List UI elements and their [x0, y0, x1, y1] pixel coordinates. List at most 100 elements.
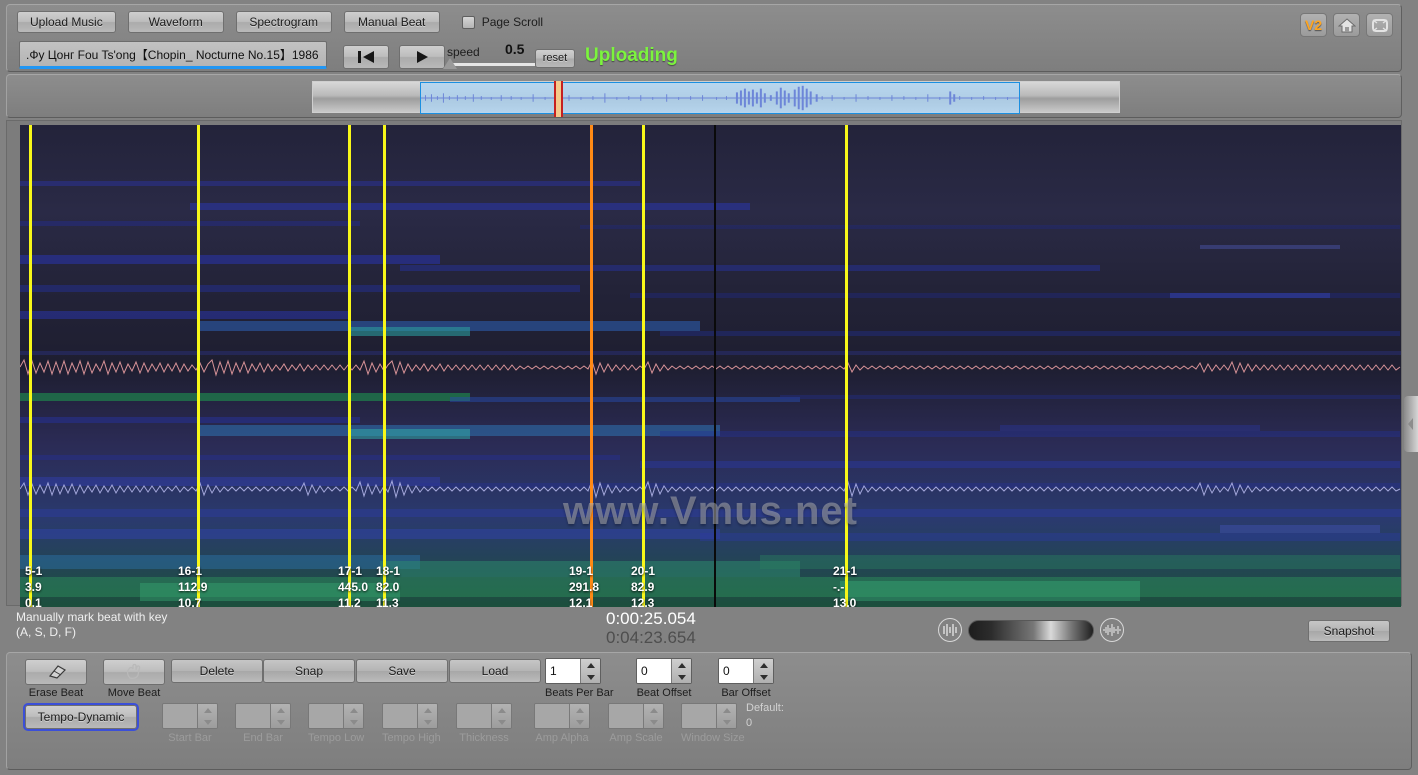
window-size-spinner[interactable]: Window Size — [681, 703, 745, 744]
thickness-value[interactable] — [457, 704, 491, 728]
beat-offset-down[interactable] — [672, 671, 691, 683]
waveform-large-icon[interactable] — [1100, 618, 1124, 642]
amp-scale-down[interactable] — [644, 716, 663, 728]
end-bar-value[interactable] — [236, 704, 270, 728]
thickness-arrows[interactable] — [491, 704, 511, 728]
fullscreen-button[interactable] — [1366, 13, 1393, 37]
beats-per-bar-down[interactable] — [581, 671, 600, 683]
overview-selection-region[interactable] — [420, 82, 1020, 114]
bar-offset-arrows[interactable] — [753, 659, 773, 683]
erase-beat-control[interactable]: Erase Beat — [25, 659, 87, 699]
bar-offset-up[interactable] — [754, 659, 773, 671]
tempo-low-box[interactable] — [308, 703, 364, 729]
bar-offset-box[interactable]: 0 — [718, 658, 774, 684]
amp-scale-box[interactable] — [608, 703, 664, 729]
start-bar-box[interactable] — [162, 703, 218, 729]
window-size-down[interactable] — [717, 716, 736, 728]
beats-per-bar-arrows[interactable] — [580, 659, 600, 683]
amp-alpha-arrows[interactable] — [569, 704, 589, 728]
beat-line[interactable] — [642, 125, 645, 607]
move-beat-button[interactable] — [103, 659, 165, 685]
load-button[interactable]: Load — [449, 659, 541, 683]
window-size-value[interactable] — [682, 704, 716, 728]
reset-speed-button[interactable]: reset — [535, 49, 575, 68]
spectrogram-canvas[interactable]: www.Vmus.net 5-1 3.9 0.1 16-1 112.9 10.7… — [20, 125, 1401, 607]
beat-line[interactable] — [383, 125, 386, 607]
delete-button[interactable]: Delete — [171, 659, 263, 683]
playhead-line[interactable] — [714, 125, 716, 607]
tempo-high-value[interactable] — [383, 704, 417, 728]
snapshot-button[interactable]: Snapshot — [1308, 620, 1390, 642]
tempo-dynamic-button[interactable]: Tempo-Dynamic — [25, 705, 137, 729]
snap-button[interactable]: Snap — [263, 659, 355, 683]
amp-alpha-spinner[interactable]: Amp Alpha — [534, 703, 590, 744]
beat-offset-value[interactable]: 0 — [637, 659, 671, 683]
start-bar-up[interactable] — [198, 704, 217, 716]
beat-offset-up[interactable] — [672, 659, 691, 671]
bar-offset-value[interactable]: 0 — [719, 659, 753, 683]
tempo-high-box[interactable] — [382, 703, 438, 729]
tempo-high-arrows[interactable] — [417, 704, 437, 728]
zoom-slider-track[interactable] — [968, 620, 1094, 641]
speed-slider-thumb[interactable] — [443, 58, 457, 69]
beat-line[interactable] — [845, 125, 848, 607]
tab-spectrogram[interactable]: Spectrogram — [236, 11, 332, 33]
end-bar-spinner[interactable]: End Bar — [235, 703, 291, 744]
beat-line-downbeat[interactable] — [590, 125, 593, 607]
beat-offset-spinner[interactable]: 0 Beat Offset — [636, 658, 692, 699]
amp-alpha-box[interactable] — [534, 703, 590, 729]
beat-offset-arrows[interactable] — [671, 659, 691, 683]
thickness-box[interactable] — [456, 703, 512, 729]
start-bar-arrows[interactable] — [197, 704, 217, 728]
tempo-low-down[interactable] — [344, 716, 363, 728]
end-bar-box[interactable] — [235, 703, 291, 729]
play-button[interactable] — [399, 45, 445, 69]
tempo-low-arrows[interactable] — [343, 704, 363, 728]
window-size-box[interactable] — [681, 703, 737, 729]
beat-line[interactable] — [29, 125, 32, 607]
amp-alpha-value[interactable] — [535, 704, 569, 728]
amp-scale-up[interactable] — [644, 704, 663, 716]
amp-scale-spinner[interactable]: Amp Scale — [608, 703, 664, 744]
skip-to-start-button[interactable] — [343, 45, 389, 69]
tab-waveform[interactable]: Waveform — [128, 11, 224, 33]
tempo-high-down[interactable] — [418, 716, 437, 728]
tab-upload-music[interactable]: Upload Music — [17, 11, 116, 33]
amp-alpha-up[interactable] — [570, 704, 589, 716]
beat-line[interactable] — [197, 125, 200, 607]
overview-playhead[interactable] — [554, 81, 563, 117]
move-beat-control[interactable]: Move Beat — [103, 659, 165, 699]
start-bar-value[interactable] — [163, 704, 197, 728]
window-size-arrows[interactable] — [716, 704, 736, 728]
beat-offset-box[interactable]: 0 — [636, 658, 692, 684]
start-bar-spinner[interactable]: Start Bar — [162, 703, 218, 744]
tab-manual-beat[interactable]: Manual Beat — [344, 11, 440, 33]
thickness-spinner[interactable]: Thickness — [456, 703, 512, 744]
amp-alpha-down[interactable] — [570, 716, 589, 728]
amp-scale-value[interactable] — [609, 704, 643, 728]
tempo-low-up[interactable] — [344, 704, 363, 716]
tempo-low-spinner[interactable]: Tempo Low — [308, 703, 364, 744]
panel-collapse-handle[interactable] — [1404, 396, 1418, 452]
waveform-small-icon[interactable] — [938, 618, 962, 642]
beats-per-bar-spinner[interactable]: 1 Beats Per Bar — [545, 658, 613, 699]
beats-per-bar-box[interactable]: 1 — [545, 658, 601, 684]
page-scroll-checkbox[interactable] — [462, 16, 475, 29]
tempo-high-up[interactable] — [418, 704, 437, 716]
end-bar-arrows[interactable] — [270, 704, 290, 728]
window-size-up[interactable] — [717, 704, 736, 716]
amp-scale-arrows[interactable] — [643, 704, 663, 728]
beats-per-bar-up[interactable] — [581, 659, 600, 671]
bar-offset-down[interactable] — [754, 671, 773, 683]
tempo-high-spinner[interactable]: Tempo High — [382, 703, 441, 744]
zoom-slider-control[interactable] — [938, 618, 1124, 642]
erase-beat-button[interactable] — [25, 659, 87, 685]
tempo-low-value[interactable] — [309, 704, 343, 728]
version-badge-button[interactable]: V2 — [1300, 13, 1327, 37]
beats-per-bar-value[interactable]: 1 — [546, 659, 580, 683]
end-bar-down[interactable] — [271, 716, 290, 728]
home-button[interactable] — [1333, 13, 1360, 37]
page-scroll-toggle[interactable]: Page Scroll — [462, 15, 543, 29]
start-bar-down[interactable] — [198, 716, 217, 728]
overview-scroll-strip[interactable] — [312, 81, 1120, 113]
